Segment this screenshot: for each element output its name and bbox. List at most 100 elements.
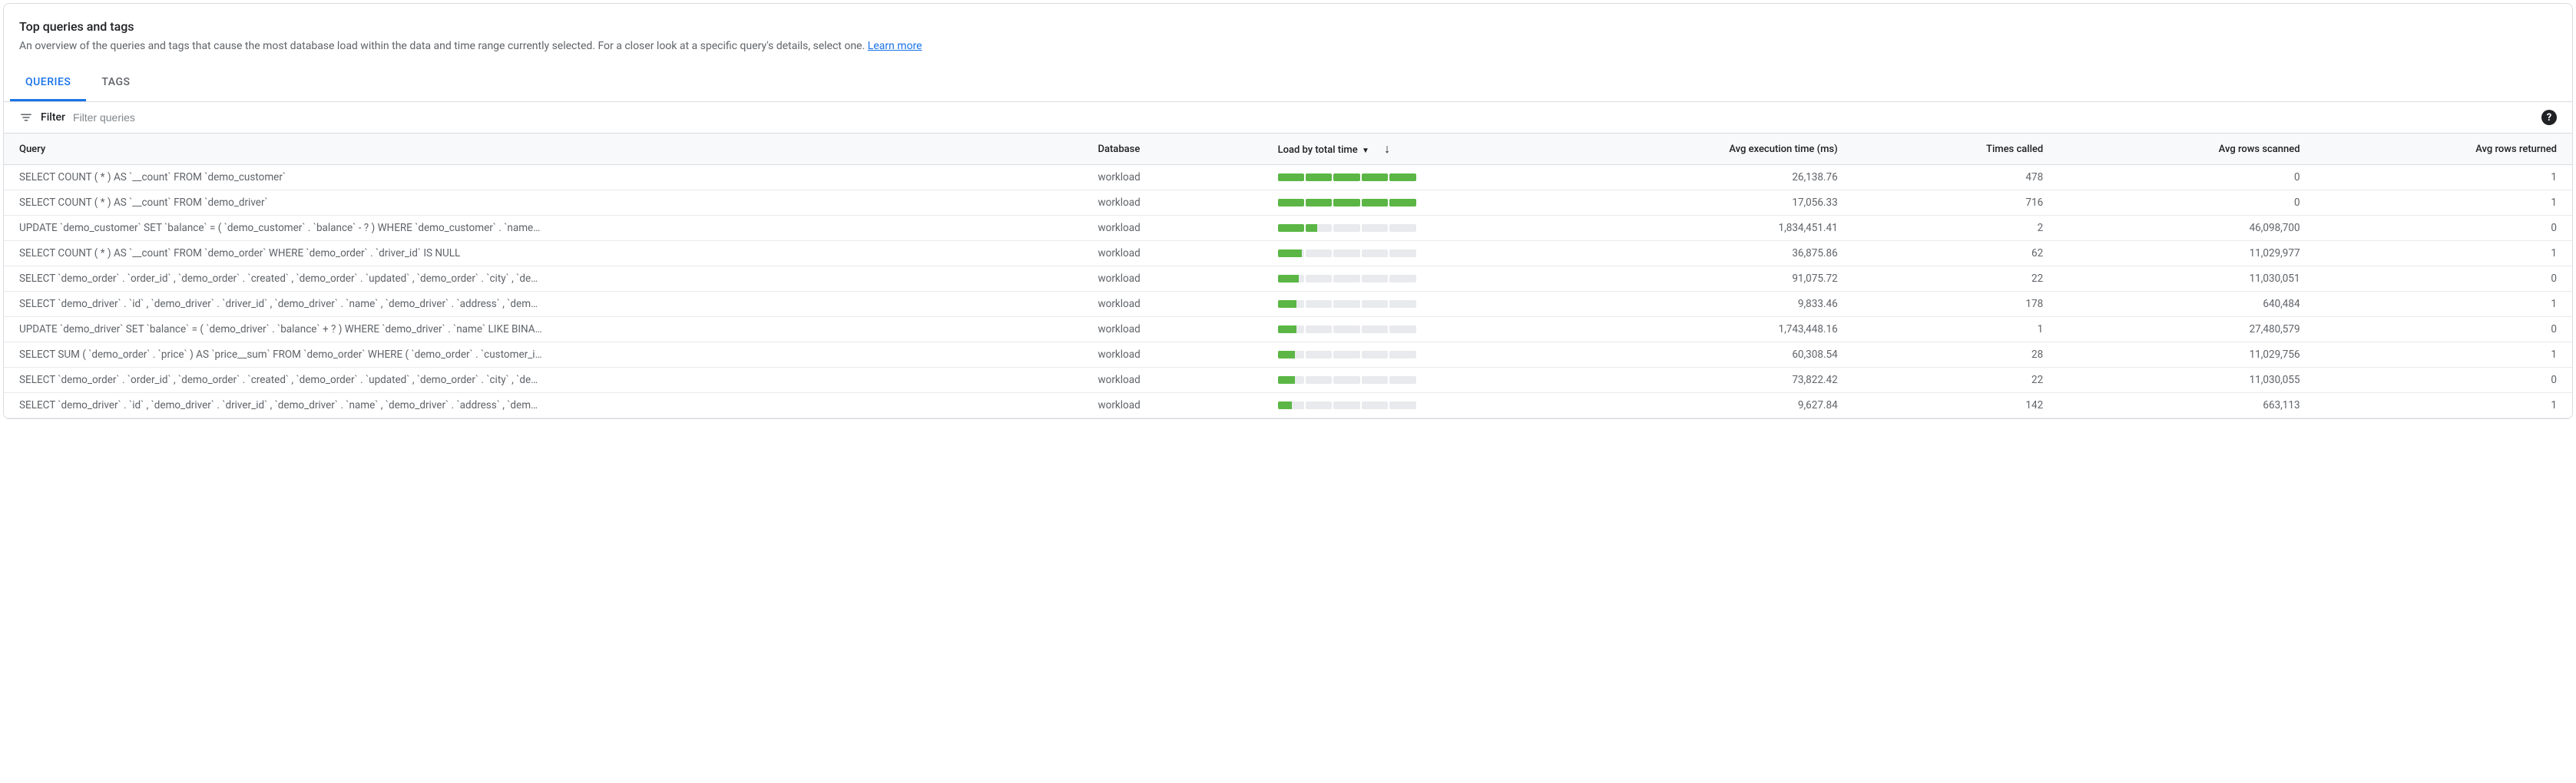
help-icon[interactable]: ?	[2541, 110, 2557, 125]
cell-load	[1263, 393, 1597, 418]
card-header: Top queries and tags An overview of the …	[4, 4, 2572, 65]
cell-load	[1263, 317, 1597, 342]
load-bar	[1278, 224, 1416, 232]
table-row[interactable]: SELECT `demo_order` . `order_id` , `demo…	[4, 266, 2572, 292]
cell-times-called: 62	[1853, 241, 2059, 266]
cell-rows-scanned: 0	[2058, 165, 2315, 190]
cell-query: SELECT COUNT ( * ) AS `__count` FROM `de…	[4, 190, 1082, 216]
load-bar	[1278, 325, 1416, 333]
col-load-label: Load by total time	[1278, 144, 1358, 156]
table-row[interactable]: SELECT COUNT ( * ) AS `__count` FROM `de…	[4, 190, 2572, 216]
tabs: QUERIES TAGS	[4, 65, 2572, 102]
cell-avg-exec: 9,833.46	[1596, 292, 1853, 317]
cell-load	[1263, 266, 1597, 292]
cell-rows-returned: 1	[2316, 241, 2572, 266]
cell-avg-exec: 1,743,448.16	[1596, 317, 1853, 342]
cell-load	[1263, 216, 1597, 241]
col-database[interactable]: Database	[1082, 134, 1262, 165]
filter-icon	[19, 111, 33, 124]
table-row[interactable]: SELECT COUNT ( * ) AS `__count` FROM `de…	[4, 165, 2572, 190]
filter-bar: Filter ?	[4, 102, 2572, 133]
cell-database: workload	[1082, 317, 1262, 342]
cell-database: workload	[1082, 266, 1262, 292]
table-row[interactable]: UPDATE `demo_customer` SET `balance` = (…	[4, 216, 2572, 241]
tab-tags[interactable]: TAGS	[86, 65, 145, 101]
cell-avg-exec: 26,138.76	[1596, 165, 1853, 190]
cell-rows-scanned: 11,030,051	[2058, 266, 2315, 292]
cell-database: workload	[1082, 190, 1262, 216]
cell-rows-scanned: 640,484	[2058, 292, 2315, 317]
card-subtitle: An overview of the queries and tags that…	[19, 38, 2557, 55]
cell-database: workload	[1082, 342, 1262, 368]
cell-times-called: 28	[1853, 342, 2059, 368]
cell-times-called: 478	[1853, 165, 2059, 190]
table-row[interactable]: UPDATE `demo_driver` SET `balance` = ( `…	[4, 317, 2572, 342]
cell-query: SELECT `demo_order` . `order_id` , `demo…	[4, 368, 1082, 393]
subtitle-text: An overview of the queries and tags that…	[19, 40, 868, 52]
cell-query: UPDATE `demo_driver` SET `balance` = ( `…	[4, 317, 1082, 342]
sort-arrow-down-icon: ↓	[1384, 141, 1390, 156]
cell-query: UPDATE `demo_customer` SET `balance` = (…	[4, 216, 1082, 241]
cell-database: workload	[1082, 165, 1262, 190]
cell-avg-exec: 9,627.84	[1596, 393, 1853, 418]
cell-query: SELECT SUM ( `demo_order` . `price` ) AS…	[4, 342, 1082, 368]
cell-database: workload	[1082, 368, 1262, 393]
load-bar	[1278, 173, 1416, 181]
cell-avg-exec: 91,075.72	[1596, 266, 1853, 292]
cell-query: SELECT `demo_order` . `order_id` , `demo…	[4, 266, 1082, 292]
table-row[interactable]: SELECT SUM ( `demo_order` . `price` ) AS…	[4, 342, 2572, 368]
cell-load	[1263, 165, 1597, 190]
table-row[interactable]: SELECT COUNT ( * ) AS `__count` FROM `de…	[4, 241, 2572, 266]
col-rows-scanned[interactable]: Avg rows scanned	[2058, 134, 2315, 165]
cell-load	[1263, 368, 1597, 393]
filter-label: Filter	[41, 111, 65, 124]
load-bar	[1278, 275, 1416, 282]
cell-load	[1263, 342, 1597, 368]
queries-table: Query Database Load by total time ▼ ↓ Av…	[4, 133, 2572, 418]
col-load[interactable]: Load by total time ▼ ↓	[1263, 134, 1597, 165]
load-bar	[1278, 249, 1416, 257]
card-title: Top queries and tags	[19, 19, 2557, 34]
filter-input[interactable]	[73, 111, 2534, 124]
cell-times-called: 22	[1853, 266, 2059, 292]
cell-load	[1263, 190, 1597, 216]
table-row[interactable]: SELECT `demo_driver` . `id` , `demo_driv…	[4, 292, 2572, 317]
cell-query: SELECT `demo_driver` . `id` , `demo_driv…	[4, 292, 1082, 317]
cell-load	[1263, 241, 1597, 266]
cell-load	[1263, 292, 1597, 317]
cell-times-called: 178	[1853, 292, 2059, 317]
cell-rows-scanned: 11,030,055	[2058, 368, 2315, 393]
cell-times-called: 2	[1853, 216, 2059, 241]
cell-database: workload	[1082, 241, 1262, 266]
cell-database: workload	[1082, 292, 1262, 317]
top-queries-card: Top queries and tags An overview of the …	[3, 3, 2573, 419]
load-bar	[1278, 199, 1416, 206]
cell-rows-returned: 1	[2316, 190, 2572, 216]
cell-query: SELECT COUNT ( * ) AS `__count` FROM `de…	[4, 241, 1082, 266]
col-times-called[interactable]: Times called	[1853, 134, 2059, 165]
cell-rows-scanned: 663,113	[2058, 393, 2315, 418]
cell-rows-returned: 0	[2316, 266, 2572, 292]
cell-avg-exec: 73,822.42	[1596, 368, 1853, 393]
cell-query: SELECT `demo_driver` . `id` , `demo_driv…	[4, 393, 1082, 418]
load-bar	[1278, 376, 1416, 384]
learn-more-link[interactable]: Learn more	[868, 40, 922, 52]
cell-rows-scanned: 0	[2058, 190, 2315, 216]
tab-queries[interactable]: QUERIES	[10, 65, 86, 101]
table-row[interactable]: SELECT `demo_driver` . `id` , `demo_driv…	[4, 393, 2572, 418]
cell-rows-returned: 0	[2316, 317, 2572, 342]
cell-rows-returned: 1	[2316, 393, 2572, 418]
sort-caret-icon: ▼	[1362, 147, 1369, 155]
load-bar	[1278, 351, 1416, 358]
cell-rows-returned: 1	[2316, 292, 2572, 317]
cell-times-called: 22	[1853, 368, 2059, 393]
cell-rows-scanned: 11,029,977	[2058, 241, 2315, 266]
table-header-row: Query Database Load by total time ▼ ↓ Av…	[4, 134, 2572, 165]
col-query[interactable]: Query	[4, 134, 1082, 165]
table-row[interactable]: SELECT `demo_order` . `order_id` , `demo…	[4, 368, 2572, 393]
cell-rows-scanned: 11,029,756	[2058, 342, 2315, 368]
cell-database: workload	[1082, 216, 1262, 241]
col-rows-returned[interactable]: Avg rows returned	[2316, 134, 2572, 165]
col-avg-exec[interactable]: Avg execution time (ms)	[1596, 134, 1853, 165]
cell-avg-exec: 36,875.86	[1596, 241, 1853, 266]
